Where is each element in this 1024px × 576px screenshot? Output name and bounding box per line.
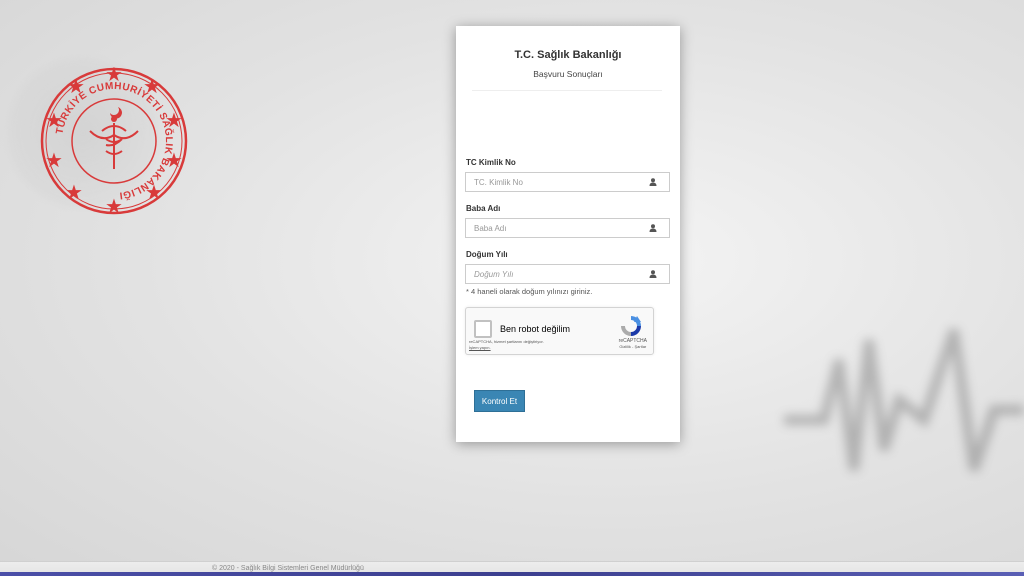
recaptcha-widget: Ben robot değilim reCAPTCHA, hizmet şart… [465,307,654,355]
card-divider [472,90,662,91]
footer-copyright: © 2020 - Sağlık Bilgi Sistemleri Genel M… [212,565,364,572]
recaptcha-label: Ben robot değilim [500,324,571,334]
svg-text:★: ★ [45,148,63,172]
recaptcha-terms-link[interactable]: İşlem yapın. [469,345,491,350]
footer: © 2020 - Sağlık Bilgi Sistemleri Genel M… [0,561,1024,576]
birth-year-hint: * 4 haneli olarak doğum yılınızı giriniz… [466,287,593,296]
tc-kimlik-input[interactable] [474,173,634,191]
card-subtitle: Başvuru Sonuçları [533,69,603,79]
page-background: ★ ★ ★ ★ ★ ★ ★ ★ ★ ★ TÜRKİYE CUMHURİYETİ … [0,0,1024,576]
tc-label: TC Kimlik No [466,158,516,167]
birth-year-label: Doğum Yılı [466,250,508,259]
user-icon [649,178,657,186]
tc-field-wrapper [465,172,670,192]
father-label: Baba Adı [466,204,501,213]
ministry-seal-logo: ★ ★ ★ ★ ★ ★ ★ ★ ★ ★ TÜRKİYE CUMHURİYETİ … [40,67,188,215]
card-title: T.C. Sağlık Bakanlığı [514,49,622,61]
birth-year-input[interactable] [474,265,634,283]
taskbar-strip [0,572,1024,576]
svg-text:★: ★ [65,180,83,204]
ecg-watermark [784,328,1024,472]
user-icon [649,224,657,232]
recaptcha-privacy-links[interactable]: Gizlilik - Şartlar [619,344,647,349]
user-icon [649,270,657,278]
father-field-wrapper [465,218,670,238]
recaptcha-terms-text: reCAPTCHA, hizmet şartlarını değiştiriyo… [469,339,544,344]
recaptcha-terms: reCAPTCHA, hizmet şartlarını değiştiriyo… [469,339,544,351]
recaptcha-brand: reCAPTCHA Gizlilik - Şartlar [619,338,647,349]
recaptcha-checkbox[interactable] [474,320,492,338]
recaptcha-logo-icon [621,316,641,336]
kontrol-et-button[interactable]: Kontrol Et [474,390,525,412]
login-card: T.C. Sağlık Bakanlığı Başvuru Sonuçları … [456,26,680,442]
birth-year-field-wrapper [465,264,670,284]
father-name-input[interactable] [474,219,634,237]
